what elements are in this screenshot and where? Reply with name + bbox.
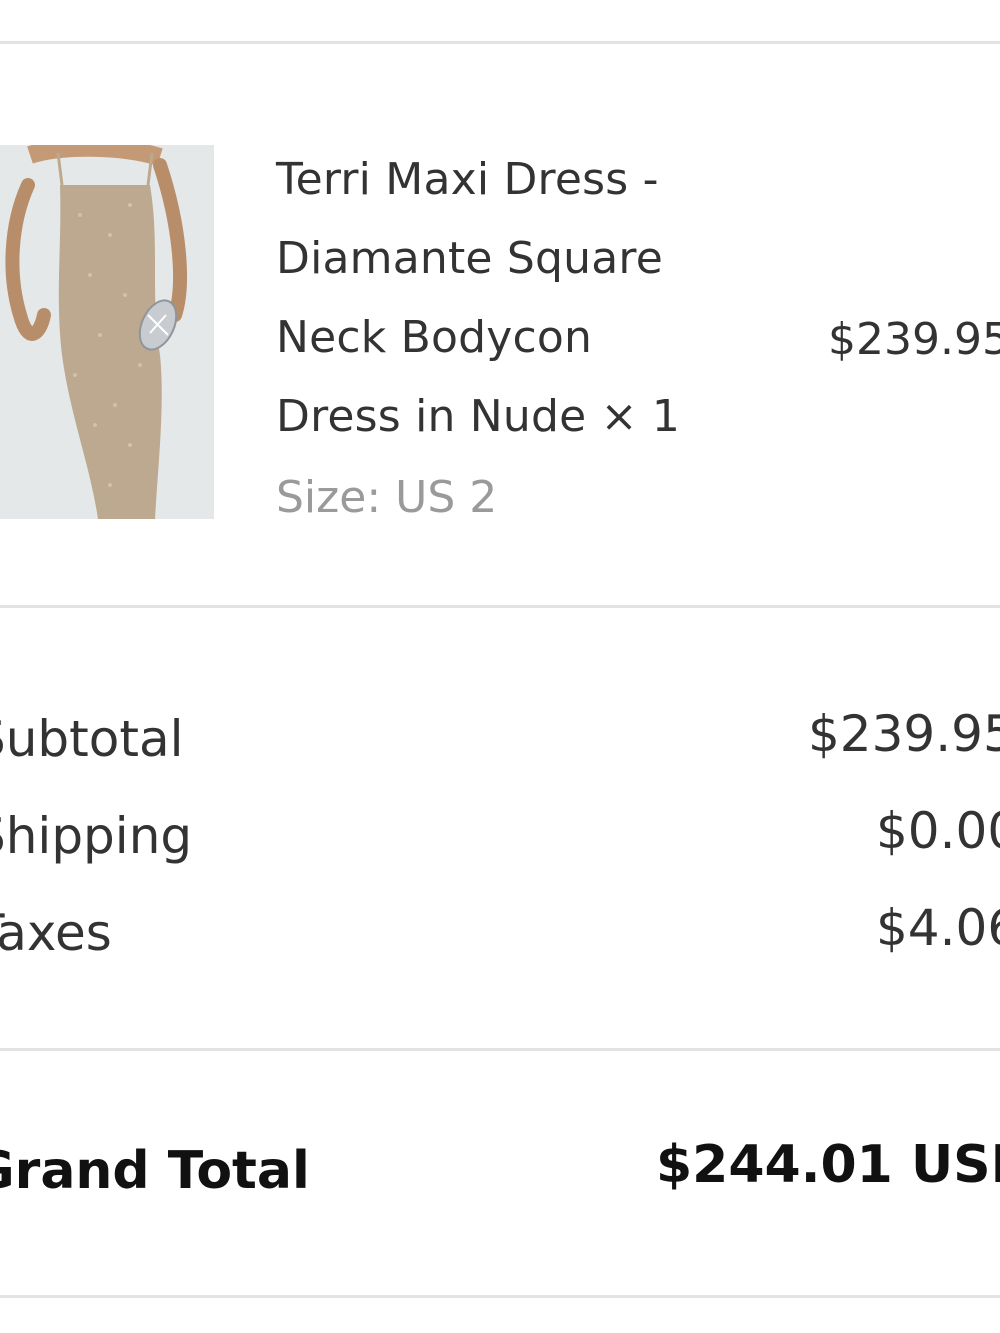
grand-total-value: $244.01 USD [656,1135,1000,1195]
product-price: $239.95 [828,314,1000,365]
shipping-value: $0.00 [876,802,1000,860]
product-thumbnail [0,145,214,519]
divider-bottom [0,1295,1000,1298]
shipping-label: Shipping [0,807,193,865]
divider-after-product [0,605,1000,608]
divider-after-summary [0,1048,1000,1051]
grand-total-label: Grand Total [0,1141,310,1201]
product-size: Size: US 2 [276,472,498,523]
taxes-label: Taxes [0,904,112,962]
dress-image-icon [0,145,214,519]
subtotal-label: Subtotal [0,710,184,768]
product-title: Terri Maxi Dress - Diamante Square Neck … [276,154,681,442]
taxes-value: $4.06 [876,899,1000,957]
subtotal-value: $239.95 [808,705,1000,763]
divider-top [0,41,1000,44]
